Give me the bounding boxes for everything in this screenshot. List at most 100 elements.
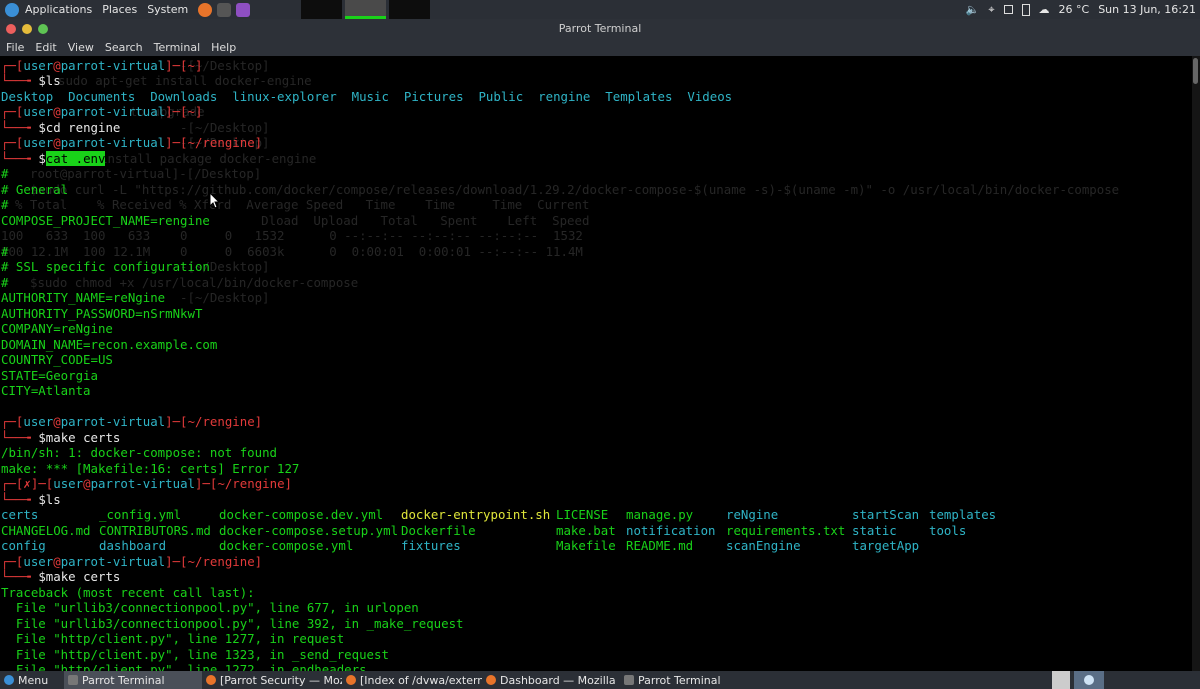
task-firefox-dvwa[interactable]: [Index of /dvwa/externa...: [346, 671, 482, 689]
ghost-text: install package docker-engine: [100, 151, 317, 166]
workspace-1[interactable]: [301, 0, 342, 19]
prompt-line: ┌─[user@parrot-virtual]─[~/rengine]: [1, 554, 263, 569]
display-icon[interactable]: [1003, 5, 1013, 14]
terminal-scrollbar[interactable]: [1192, 56, 1200, 671]
terminal-icon: [68, 675, 78, 685]
command-line: └──╼ $cat .env: [1, 151, 106, 166]
window-titlebar[interactable]: Parrot Terminal: [0, 19, 1200, 39]
menu-search[interactable]: Search: [105, 41, 143, 54]
task-parrot-terminal[interactable]: Parrot Terminal: [624, 671, 754, 689]
ghost-text: 100 12.1M 100 12.1M 0 0 6603k 0 0:00:01 …: [1, 244, 583, 259]
error-line: make: *** [Makefile:16: certs] Error 127: [1, 461, 300, 476]
command-line: └──╼ $cd rengine: [1, 120, 121, 135]
command-line: └──╼ $make certs: [1, 430, 121, 445]
parrot-menu-icon: [4, 675, 14, 685]
prompt-line: ┌─[user@parrot-virtual]─[~]: [1, 58, 203, 73]
ghost-text: $sudo chmod +x /usr/local/bin/docker-com…: [30, 275, 359, 290]
terminal-output[interactable]: -[~/Desktop] sudo apt-get install docker…: [0, 56, 1192, 671]
window-title: Parrot Terminal: [558, 22, 642, 35]
traceback-line: File "http/client.py", line 1323, in _se…: [1, 647, 389, 662]
task-parrot-terminal-active[interactable]: Parrot Terminal: [64, 671, 202, 689]
location-icon[interactable]: ⌖: [988, 3, 994, 17]
prompt-line: ┌─[user@parrot-virtual]─[~]: [1, 104, 203, 119]
selected-text: cat .env: [45, 151, 106, 166]
clock[interactable]: Sun 13 Jun, 16:21: [1098, 3, 1196, 16]
ls-column: _config.yml CONTRIBUTORS.md dashboard: [99, 507, 211, 553]
env-line: AUTHORITY_NAME=reNgine: [1, 290, 166, 305]
ls-column: manage.py notification README.md: [626, 507, 716, 553]
ghost-text: sudo apt-get install docker-engine: [58, 73, 312, 88]
weather-temp[interactable]: 26 °C: [1059, 3, 1090, 16]
firefox-icon: [486, 675, 496, 685]
menu-terminal[interactable]: Terminal: [154, 41, 201, 54]
prompt-line: ┌─[✗]─[user@parrot-virtual]─[~/rengine]: [1, 476, 292, 491]
prompt-line: ┌─[user@parrot-virtual]─[~/rengine]: [1, 414, 263, 429]
task-firefox-dashboard[interactable]: Dashboard — Mozilla F...: [486, 671, 620, 689]
ls-output: Desktop Documents Downloads linux-explor…: [1, 89, 733, 104]
task-firefox-parrot-security[interactable]: [Parrot Security — Moz...: [206, 671, 342, 689]
menu-bar: File Edit View Search Terminal Help: [0, 39, 1200, 56]
traceback-line: File "urllib3/connectionpool.py", line 6…: [1, 600, 419, 615]
env-line: # General: [1, 182, 69, 197]
ghost-text: % Total % Received % Xferd Average Speed…: [15, 197, 590, 212]
scrollbar-thumb[interactable]: [1193, 58, 1198, 84]
env-line: COUNTRY_CODE=US: [1, 352, 113, 367]
parrot-logo-icon: [5, 2, 19, 17]
ghost-text: $sudo curl -L "https://github.com/docker…: [30, 182, 1120, 197]
battery-icon[interactable]: [1021, 3, 1030, 16]
workspace-switcher[interactable]: [1074, 671, 1104, 689]
volume-icon[interactable]: 🔈: [966, 3, 980, 16]
env-line: COMPOSE_PROJECT_NAME=rengine: [1, 213, 210, 228]
ls-column: certs CHANGELOG.md config: [1, 507, 91, 553]
firefox-launcher-icon[interactable]: [198, 2, 213, 17]
system-menu[interactable]: System: [147, 3, 188, 16]
command-line: └──╼ $make certs: [1, 569, 121, 584]
top-panel: Applications Places System 🔈 ⌖ ☁ 26 °C S…: [0, 0, 1200, 19]
prompt-line: ┌─[user@parrot-virtual]─[~/rengine]: [1, 135, 263, 150]
terminal-icon: [624, 675, 634, 685]
terminal-launcher-icon[interactable]: [217, 2, 232, 17]
ls-column: reNgine requirements.txt scanEngine: [726, 507, 846, 553]
ls-column: templates tools: [929, 507, 997, 538]
env-line: #: [1, 275, 16, 290]
firefox-icon: [346, 675, 356, 685]
env-line: COMPANY=reNgine: [1, 321, 113, 336]
menu-view[interactable]: View: [68, 41, 94, 54]
applications-menu[interactable]: Applications: [0, 2, 92, 17]
ls-column: LICENSE make.bat Makefile: [556, 507, 616, 553]
menu-file[interactable]: File: [6, 41, 24, 54]
parrot-icon: [1084, 675, 1094, 685]
traceback-line: File "http/client.py", line 1272, in end…: [1, 662, 367, 671]
env-line: #: [1, 197, 16, 212]
ghost-text: -[~/Desktop]: [180, 290, 270, 305]
command-line: └──╼ $ls: [1, 73, 61, 88]
env-line: #: [1, 166, 16, 181]
ghost-text: 100 633 100 633 0 0 1532 0 --:--:-- --:-…: [1, 228, 583, 243]
menu-help[interactable]: Help: [211, 41, 236, 54]
traceback-line: File "urllib3/connectionpool.py", line 3…: [1, 616, 464, 631]
firefox-icon: [206, 675, 216, 685]
env-line: #: [1, 244, 16, 259]
system-tray: 🔈 ⌖ ☁ 26 °C Sun 13 Jun, 16:21: [966, 0, 1196, 19]
mouse-pointer-icon: [209, 192, 221, 209]
weather-icon: ☁: [1038, 3, 1050, 16]
ls-column: docker-compose.dev.yml docker-compose.set…: [219, 507, 399, 553]
command-line: └──╼ $ls: [1, 492, 61, 507]
editor-launcher-icon[interactable]: [236, 2, 251, 17]
env-line: # SSL specific configuration: [1, 259, 210, 274]
traceback-line: Traceback (most recent call last):: [1, 585, 255, 600]
ghost-text: root@parrot-virtual]-[/Desktop]: [30, 166, 262, 181]
show-desktop-button[interactable]: [1052, 671, 1070, 689]
error-line: /bin/sh: 1: docker-compose: not found: [1, 445, 278, 460]
env-line: STATE=Georgia: [1, 368, 98, 383]
places-menu[interactable]: Places: [102, 3, 137, 16]
env-line: CITY=Atlanta: [1, 383, 91, 398]
ls-column: docker-entrypoint.sh Dockerfile fixtures: [401, 507, 551, 553]
menu-button[interactable]: Menu: [4, 671, 62, 689]
workspace-2[interactable]: [345, 0, 386, 19]
ghost-text: -[~/Desktop]: [180, 120, 270, 135]
workspace-3[interactable]: [389, 0, 430, 19]
bottom-taskbar: Menu Parrot Terminal [Parrot Security — …: [0, 671, 1200, 689]
menu-edit[interactable]: Edit: [35, 41, 56, 54]
traceback-line: File "http/client.py", line 1277, in req…: [1, 631, 345, 646]
